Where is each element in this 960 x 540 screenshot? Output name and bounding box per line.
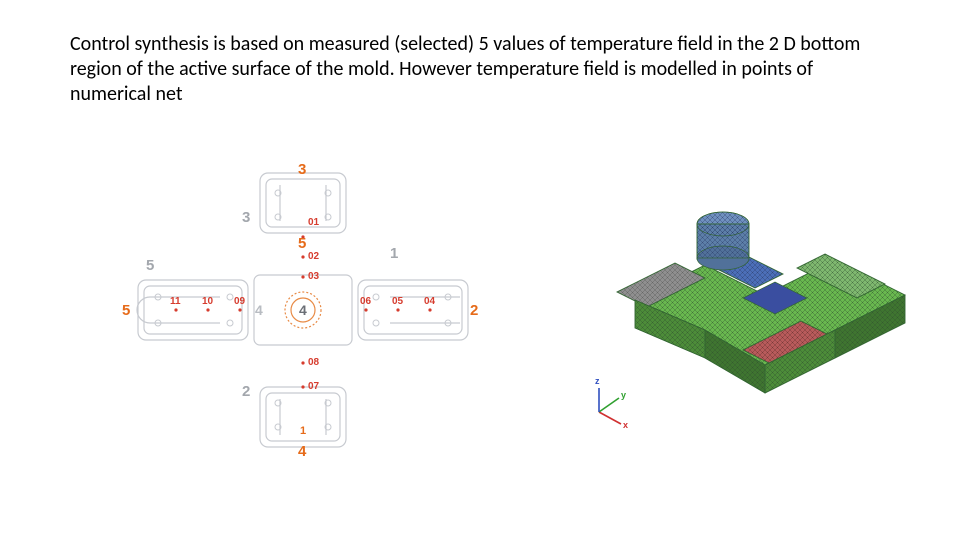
branch-mid-orange: 5 [298,235,306,252]
axis-y-label: y [621,390,626,400]
pt-01: 01 [308,217,319,228]
branch-bottom-gray: 2 [242,383,250,400]
branch-top-orange: 3 [298,161,306,178]
branch-right-gray: 1 [390,245,398,262]
pt-02: 02 [308,251,319,262]
branch-bottom-orange: 4 [298,443,306,460]
pt-04: 04 [424,296,435,307]
pt-09: 09 [234,296,245,307]
branch-right-orange: 2 [470,302,478,319]
axis-x-label: x [623,420,628,430]
axes-triad-icon [599,388,621,424]
left-2d-mold-diagram: 3 5 5 2 4 3 5 1 2 4 4 11 10 09 06 05 04 … [130,165,480,455]
pt-07: 07 [308,381,319,392]
center-left-4: 4 [255,302,263,318]
axis-z-label: z [595,376,600,386]
pt-06: 06 [360,296,371,307]
branch-top-gray: 3 [242,209,250,226]
pt-08: 08 [308,357,319,368]
mold-3d-mesh-svg [575,150,915,450]
branch-left-gray: 5 [146,257,154,274]
branch-left-orange: 5 [122,302,130,319]
pt-10: 10 [202,296,213,307]
paragraph-text: Control synthesis is based on measured (… [70,32,890,107]
right-3d-mesh-diagram: x y z [575,150,915,450]
pt-05: 05 [392,296,403,307]
pt-03: 03 [308,271,319,282]
small-1-bottom: 1 [300,425,306,437]
center-number: 4 [299,302,307,318]
pt-11: 11 [170,296,181,307]
figures-row: 3 5 5 2 4 3 5 1 2 4 4 11 10 09 06 05 04 … [0,150,960,520]
